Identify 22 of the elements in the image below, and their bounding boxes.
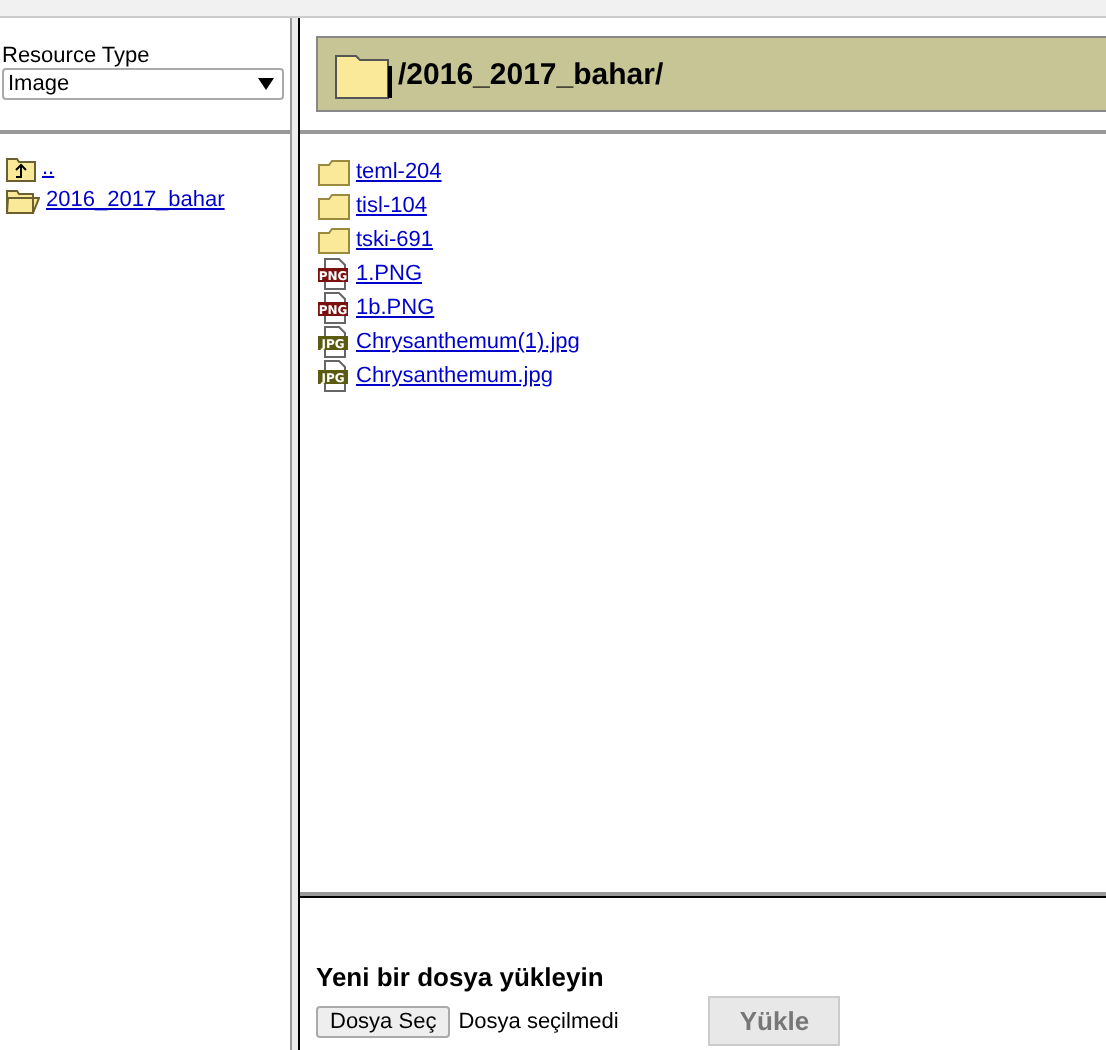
resource-type-dropdown[interactable]: Image (2, 67, 284, 99)
upload-title: Yeni bir dosya yükleyin (316, 962, 606, 992)
folder-link[interactable]: tski-691 (356, 228, 434, 252)
file-link[interactable]: 1b.PNG (356, 296, 435, 320)
folder-icon (6, 187, 40, 213)
folder-link[interactable]: tisl-104 (356, 194, 427, 218)
file-link[interactable]: Chrysanthemum.jpg (356, 364, 553, 388)
folder-link[interactable]: 2016_2017_bahar (46, 188, 225, 212)
folder-icon (318, 159, 350, 185)
dropdown-arrow-icon (258, 77, 274, 89)
folder-link[interactable]: .. (42, 156, 55, 180)
resource-type-value: Image (8, 71, 70, 95)
folder-icon (318, 227, 350, 253)
folder-link[interactable]: teml-204 (356, 160, 442, 184)
resource-type-label: Resource Type (2, 43, 152, 67)
folder-up-icon (6, 155, 36, 181)
file-link[interactable]: Chrysanthemum(1).jpg (356, 330, 580, 354)
choose-file-button[interactable]: Dosya Seç (316, 1005, 451, 1037)
folder-icon (318, 193, 350, 219)
file-link[interactable]: 1.PNG (356, 262, 423, 286)
current-path: /2016_2017_bahar/ (398, 57, 664, 91)
file-status: Dosya seçilmedi (458, 1009, 621, 1033)
